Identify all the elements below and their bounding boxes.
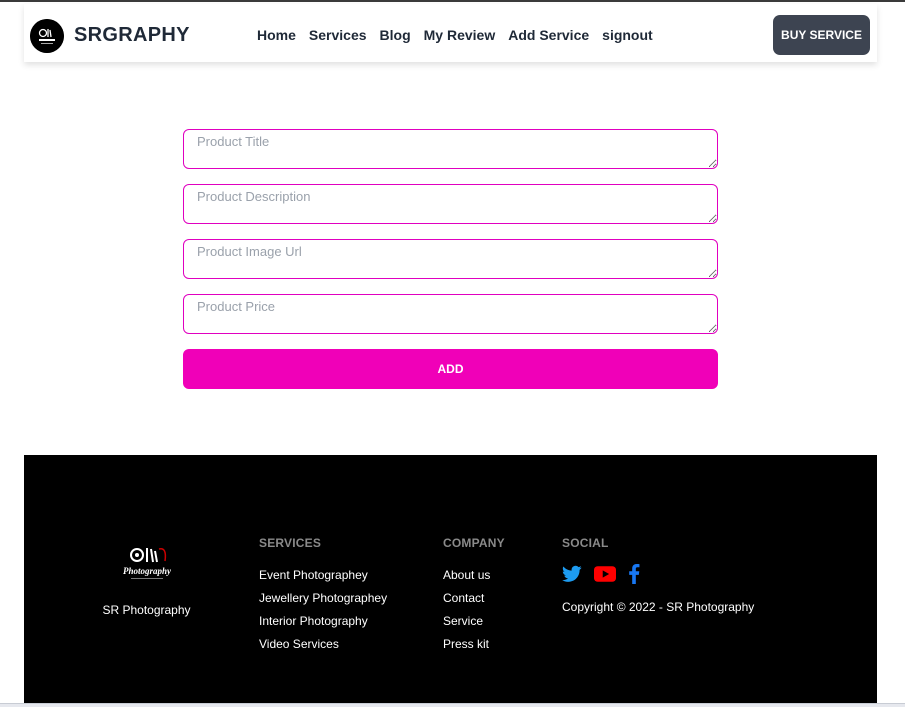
footer-link-video-services[interactable]: Video Services xyxy=(259,633,387,656)
footer-company-column: COMPANY About us Contact Service Press k… xyxy=(443,536,505,656)
nav-blog[interactable]: Blog xyxy=(380,27,411,43)
nav-home[interactable]: Home xyxy=(257,27,296,43)
footer-services-heading: SERVICES xyxy=(259,536,322,550)
footer-link-about-us[interactable]: About us xyxy=(443,564,505,587)
social-icons xyxy=(562,563,754,589)
footer: Photography SR Photography SERVICES Even… xyxy=(24,455,877,707)
product-image-url-field[interactable] xyxy=(183,239,718,279)
footer-link-press-kit[interactable]: Press kit xyxy=(443,633,505,656)
nav-services[interactable]: Services xyxy=(309,27,367,43)
footer-social-column: SOCIAL Copyright © 2022 - SR Photography xyxy=(562,536,754,614)
window-top-border xyxy=(0,0,905,2)
nav-my-review[interactable]: My Review xyxy=(424,27,496,43)
footer-brand-name: SR Photography xyxy=(102,603,191,617)
twitter-icon[interactable] xyxy=(562,565,582,588)
youtube-icon[interactable] xyxy=(594,565,616,587)
add-button[interactable]: ADD xyxy=(183,349,718,389)
facebook-icon[interactable] xyxy=(628,563,640,589)
nav-add-service[interactable]: Add Service xyxy=(508,27,589,43)
footer-logo: Photography xyxy=(122,548,172,579)
navbar: SRGRAPHY Home Services Blog My Review Ad… xyxy=(24,4,877,62)
footer-company-heading: COMPANY xyxy=(443,536,505,550)
product-price-field[interactable] xyxy=(183,294,718,334)
brand-name[interactable]: SRGRAPHY xyxy=(74,24,190,47)
footer-logo-text: Photography xyxy=(122,566,171,576)
nav-links: Home Services Blog My Review Add Service… xyxy=(257,27,653,43)
taskbar-strip xyxy=(0,703,905,707)
footer-link-service[interactable]: Service xyxy=(443,610,505,633)
product-title-field[interactable] xyxy=(183,129,718,169)
footer-link-jewellery-photography[interactable]: Jewellery Photographey xyxy=(259,587,387,610)
add-service-form: ADD xyxy=(183,129,718,389)
footer-link-event-photography[interactable]: Event Photographey xyxy=(259,564,387,587)
footer-link-interior-photography[interactable]: Interior Photography xyxy=(259,610,387,633)
footer-link-contact[interactable]: Contact xyxy=(443,587,505,610)
buy-service-button[interactable]: BUY SERVICE xyxy=(773,15,870,55)
product-description-field[interactable] xyxy=(183,184,718,224)
nav-signout[interactable]: signout xyxy=(602,27,653,43)
brand-logo[interactable] xyxy=(30,19,64,53)
copyright-text: Copyright © 2022 - SR Photography xyxy=(562,600,755,614)
footer-social-heading: SOCIAL xyxy=(562,536,609,550)
footer-services-column: SERVICES Event Photographey Jewellery Ph… xyxy=(259,536,387,656)
footer-brand: Photography SR Photography xyxy=(94,543,199,617)
